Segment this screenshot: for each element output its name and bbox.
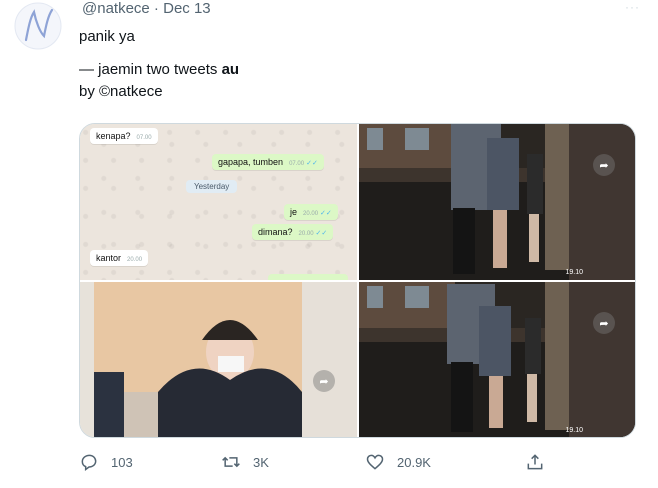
user-handle[interactable]: @natkece (82, 0, 150, 17)
chat-text: dimana? (258, 227, 293, 237)
tweet-line-3: by ©natkece (79, 83, 163, 100)
media-photo-street[interactable]: 19.10 ➦ (359, 124, 635, 280)
share-icon[interactable]: ➦ (593, 154, 615, 176)
tweet-line-2-text: — jaemin two tweets (79, 61, 222, 78)
tweet-actions: 103 3K 20.9K (79, 450, 559, 474)
chat-day-label: Yesterday (186, 180, 238, 193)
tweet-date[interactable]: Dec 13 (163, 0, 211, 17)
tweet-line-2: — jaemin two tweets au (79, 59, 619, 81)
chat-text: kantor (96, 253, 122, 263)
chat-time: 20.00 (127, 257, 143, 263)
media-photo-portrait[interactable]: ➦ (80, 282, 357, 437)
tweet-text: panik ya — jaemin two tweets au by ©natk… (79, 26, 619, 103)
like-count: 20.9K (397, 454, 431, 470)
tweet-bold-word: au (221, 61, 240, 78)
chat-time: 20.00 (303, 211, 319, 217)
photo-timestamp: 19.10 (565, 269, 583, 276)
share-tweet-button[interactable] (525, 450, 557, 474)
chat-time: 20.00 (298, 231, 314, 237)
read-ticks-icon: ✓✓ (315, 230, 328, 237)
media-photo-street-2[interactable]: 19.10 ➦ (359, 282, 635, 437)
more-options-icon[interactable]: ··· (625, 0, 640, 14)
chat-message-out: gapapa, tumben 07.00 ✓✓ (212, 154, 324, 170)
chat-text: je (290, 207, 298, 217)
like-button[interactable]: 20.9K (365, 450, 431, 474)
meta-separator: · (149, 0, 164, 17)
chat-text: kenapa? (96, 131, 131, 141)
reply-button[interactable]: 103 (79, 450, 133, 474)
portrait-photo-image (80, 282, 357, 437)
chat-text: gapapa, tumben (218, 157, 284, 167)
chat-message-out: je 20.00 ✓✓ (284, 204, 338, 220)
chat-time: 07.00 (289, 161, 305, 167)
tweet-line-1: panik ya (79, 28, 135, 45)
share-icon[interactable]: ➦ (313, 370, 335, 392)
tweet-meta: @natkece · Dec 13 (82, 0, 211, 18)
retweet-button[interactable]: 3K (221, 450, 269, 474)
reply-icon (81, 454, 97, 471)
street-photo-image (359, 124, 635, 280)
read-ticks-icon: ✓✓ (306, 160, 318, 167)
share-upload-icon (527, 454, 543, 470)
avatar[interactable] (14, 2, 62, 50)
chat-message-partial (268, 274, 348, 280)
chat-message-in: kenapa? 07.00 (90, 128, 158, 144)
avatar-logo-icon (14, 2, 62, 50)
media-grid: kenapa? 07.00 gapapa, tumben 07.00 ✓✓ Yeste… (79, 123, 636, 438)
share-icon[interactable]: ➦ (593, 312, 615, 334)
retweet-count: 3K (253, 454, 269, 470)
chat-message-out: dimana? 20.00 ✓✓ (252, 224, 334, 240)
reply-count: 103 (111, 454, 133, 470)
street-photo-image (359, 282, 635, 437)
retweet-icon (222, 456, 240, 468)
chat-time: 07.00 (136, 135, 152, 141)
read-ticks-icon: ✓✓ (320, 210, 332, 217)
photo-timestamp: 19.10 (565, 427, 583, 434)
heart-icon (366, 454, 384, 470)
media-chat-screenshot[interactable]: kenapa? 07.00 gapapa, tumben 07.00 ✓✓ Yeste… (80, 124, 357, 280)
chat-message-in: kantor 20.00 (90, 250, 149, 266)
